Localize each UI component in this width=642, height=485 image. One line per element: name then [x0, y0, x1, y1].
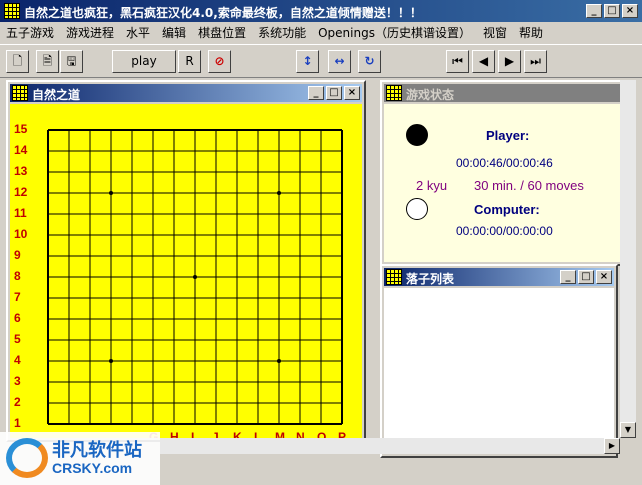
menu-progress[interactable]: 游戏进程 [60, 24, 120, 41]
computer-time: 00:00:00/00:00:00 [456, 224, 553, 238]
player-label: Player: [486, 128, 530, 143]
main-vertical-scrollbar[interactable]: ▼ [620, 80, 636, 438]
row-label: 14 [14, 143, 28, 157]
first-move-icon[interactable]: ⏮ [446, 50, 469, 73]
watermark: 非凡软件站 CRSKY.com [0, 432, 160, 485]
move-list[interactable] [384, 288, 614, 454]
new-document-icon[interactable]: 🗋 [6, 50, 29, 73]
row-label: 3 [14, 374, 21, 388]
vertical-arrows-icon[interactable]: ↕ [296, 50, 319, 73]
star-point [193, 275, 197, 279]
column-label: K [233, 430, 242, 438]
maximize-button[interactable]: □ [604, 4, 620, 18]
moves-window-titlebar[interactable]: 落子列表 _ □ × [384, 268, 614, 286]
board-minimize-button[interactable]: _ [308, 86, 324, 100]
row-label: 4 [14, 353, 21, 367]
row-label: 6 [14, 311, 21, 325]
column-label: I [191, 430, 195, 438]
watermark-en: CRSKY.com [52, 460, 133, 476]
toolbar: 🗋 🗎 🖫 play R ⊘ ↕ ↔ ↻ ⏮ ◀ ▶ ⏭ [0, 44, 642, 78]
menu-system[interactable]: 系统功能 [252, 24, 312, 41]
play-button[interactable]: play [112, 50, 176, 73]
menu-level[interactable]: 水平 [120, 24, 156, 41]
minimize-button[interactable]: _ [586, 4, 602, 18]
status-window: 游戏状态 Player: 00:00:46/00:00:46 2 kyu 30 … [380, 80, 636, 266]
row-label: 13 [14, 164, 28, 178]
star-point [109, 191, 113, 195]
row-label: 10 [14, 227, 28, 241]
black-stone-icon [406, 124, 428, 146]
row-label: 12 [14, 185, 28, 199]
moves-close-button[interactable]: × [596, 270, 612, 284]
horizontal-arrows-icon[interactable]: ↔ [328, 50, 351, 73]
board-window-title: 自然之道 [32, 88, 81, 102]
scroll-right-icon[interactable]: ▶ [604, 438, 620, 454]
player-time: 00:00:46/00:00:46 [456, 156, 553, 170]
watermark-cn: 非凡软件站 [52, 440, 142, 461]
go-board-grid[interactable] [10, 104, 362, 438]
moves-window: 落子列表 _ □ × [380, 264, 618, 458]
menu-game[interactable]: 五子游戏 [0, 24, 60, 41]
status-window-titlebar[interactable]: 游戏状态 [384, 84, 632, 102]
row-label: 5 [14, 332, 21, 346]
next-move-icon[interactable]: ▶ [498, 50, 521, 73]
menu-board-position[interactable]: 棋盘位置 [192, 24, 252, 41]
refresh-icon[interactable]: ↻ [358, 50, 381, 73]
moves-window-title: 落子列表 [406, 272, 455, 286]
go-board-app-icon [4, 3, 20, 19]
column-label: O [317, 430, 327, 438]
time-control-text: 30 min. / 60 moves [474, 178, 584, 193]
column-label: L [254, 430, 262, 438]
status-window-title: 游戏状态 [406, 88, 455, 102]
go-board-icon [386, 85, 402, 101]
row-label: 9 [14, 248, 21, 262]
menu-window[interactable]: 视窗 [477, 24, 513, 41]
menu-bar: 五子游戏 游戏进程 水平 编辑 棋盘位置 系统功能 Openings（历史棋谱设… [0, 22, 642, 42]
row-label: 2 [14, 395, 21, 409]
scroll-down-icon[interactable]: ▼ [620, 422, 636, 438]
status-panel: Player: 00:00:46/00:00:46 2 kyu 30 min. … [384, 104, 632, 262]
column-label: H [170, 430, 179, 438]
menu-edit[interactable]: 编辑 [156, 24, 192, 41]
r-button[interactable]: R [178, 50, 201, 73]
star-point [277, 191, 281, 195]
column-label: J [212, 430, 219, 438]
row-label: 1 [14, 416, 21, 430]
column-label: P [338, 430, 347, 438]
row-label: 8 [14, 269, 21, 283]
computer-label: Computer: [474, 202, 540, 217]
go-board-icon [12, 85, 28, 101]
crsky-logo-icon [6, 438, 48, 478]
row-label: 7 [14, 290, 21, 304]
previous-move-icon[interactable]: ◀ [472, 50, 495, 73]
moves-maximize-button[interactable]: □ [578, 270, 594, 284]
star-point [109, 359, 113, 363]
go-board-icon [386, 269, 402, 285]
board-close-button[interactable]: × [344, 86, 360, 100]
board-window-titlebar[interactable]: 自然之道 _ □ × [10, 84, 362, 102]
menu-openings[interactable]: Openings（历史棋谱设置） [312, 24, 477, 41]
board-maximize-button[interactable]: □ [326, 86, 342, 100]
close-button[interactable]: × [622, 4, 638, 18]
menu-help[interactable]: 帮助 [513, 24, 549, 41]
star-point [277, 359, 281, 363]
row-label: 11 [14, 206, 27, 220]
save-document-icon[interactable]: 🖫 [60, 50, 83, 73]
column-label: M [275, 430, 285, 438]
board-window: 自然之道 _ □ × 151413121110987654321GHIJKLMN… [6, 80, 366, 442]
open-document-icon[interactable]: 🗎 [36, 50, 59, 73]
board-area[interactable]: 151413121110987654321GHIJKLMNOP [10, 104, 362, 438]
moves-minimize-button[interactable]: _ [560, 270, 576, 284]
main-horizontal-scrollbar[interactable]: ▶ [160, 438, 620, 454]
row-label: 15 [14, 122, 28, 136]
window-title: 自然之道也疯狂，黑石疯狂汉化4.0,索命最终板，自然之道倾情赠送！！！ [24, 6, 422, 20]
column-label: N [296, 430, 305, 438]
title-bar: 自然之道也疯狂，黑石疯狂汉化4.0,索命最终板，自然之道倾情赠送！！！ _ □ … [0, 0, 642, 22]
level-text: 2 kyu [416, 178, 448, 193]
stop-icon[interactable]: ⊘ [208, 50, 231, 73]
last-move-icon[interactable]: ⏭ [524, 50, 547, 73]
white-stone-icon [406, 198, 428, 220]
